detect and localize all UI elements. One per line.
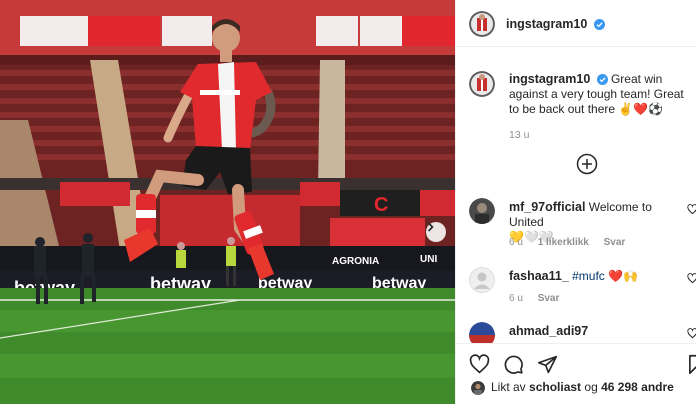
likes-summary: Likt av scholiast og 46 298 andre [491,380,674,394]
comment-time: 6 u [509,293,523,304]
author-username[interactable]: ingstagram10 [506,17,587,31]
bookmark-icon[interactable] [687,354,696,375]
post-header: ingstagram10 [456,0,696,47]
likes-count[interactable]: 46 298 andre [601,380,674,394]
caption-username[interactable]: ingstagram10 [509,72,590,86]
commenter-avatar[interactable] [469,267,495,293]
post-side-panel: ingstagram10 ingstagram10 Great win agai… [455,0,696,404]
post-caption: ingstagram10 Great win against a very to… [509,72,696,143]
comment-username[interactable]: fashaa11_ [509,269,569,283]
ad-banner-agronia: AGRONIA [332,256,379,267]
likes-prefix: Likt av [491,380,526,394]
caption-author-avatar[interactable] [469,71,495,97]
comment-reply[interactable]: Svar [538,293,560,304]
plus-circle-icon[interactable] [576,153,598,175]
post-photo[interactable]: C betway betway betway betway AGRONIA UN… [0,0,455,404]
stadium-scene: C betway betway betway betway AGRONIA UN… [0,0,455,404]
heart-icon[interactable] [687,273,696,284]
verified-badge-icon [596,74,608,85]
post-time: 13 u [509,129,530,141]
post-actions-footer [456,343,696,404]
comment-icon[interactable] [503,354,524,375]
heart-icon[interactable] [687,328,696,339]
comment-emojis: ❤️🙌 [608,269,639,283]
commenter-avatar[interactable] [469,198,495,224]
ad-banner-unit: UNI [420,254,437,265]
liker-avatar[interactable] [471,381,485,395]
likes-middle: og [584,380,598,394]
paper-plane-icon[interactable] [537,354,558,375]
author-avatar[interactable] [469,11,495,37]
heart-icon[interactable] [469,354,490,375]
chevron-right-icon [428,222,434,232]
comment-hashtag[interactable]: #mufc [572,269,605,283]
caption-emojis: ✌️❤️⚽ [618,102,664,116]
comment-likes[interactable]: 1 likerklikk [538,237,589,248]
verified-badge-icon [593,19,605,30]
comment-username[interactable]: ahmad_adi97 [509,324,588,338]
comment-time: 6 u [509,237,523,248]
next-photo-button[interactable] [426,222,446,242]
comment-reply[interactable]: Svar [604,237,626,248]
likes-user[interactable]: scholiast [529,380,581,394]
comment-username[interactable]: mf_97official [509,200,585,214]
heart-icon[interactable] [687,204,696,215]
stand-letter: C [374,194,388,216]
